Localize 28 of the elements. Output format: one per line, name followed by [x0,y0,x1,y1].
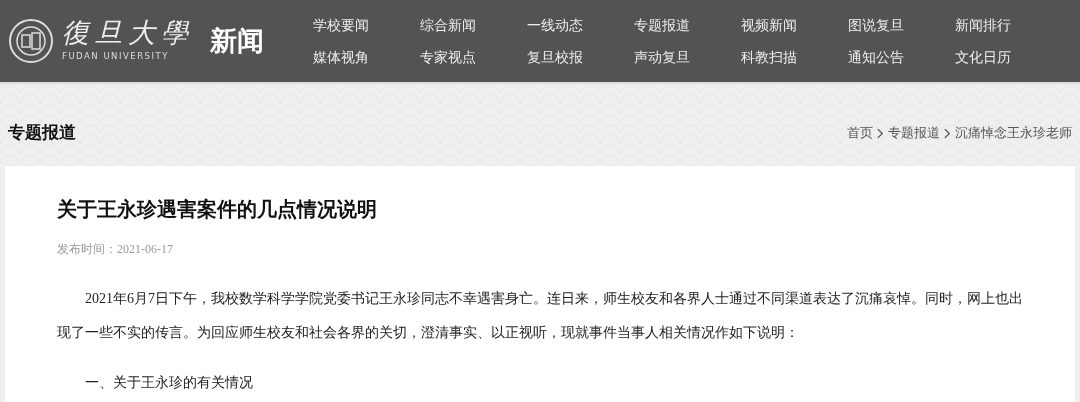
nav-link[interactable]: 复旦校报 [527,46,634,68]
nav-link[interactable]: 学校要闻 [313,14,420,36]
chevron-icon [944,127,951,139]
nav-link[interactable]: 新闻排行 [955,14,1062,36]
site-name: 新闻 [210,24,264,58]
nav-link[interactable]: 一线动态 [527,14,634,36]
section-title: 专题报道 [8,122,76,145]
nav-link[interactable]: 声动复旦 [634,46,741,68]
nav-link[interactable]: 文化日历 [955,46,1062,68]
paragraph: 2021年6月7日下午，我校数学科学学院党委书记王永珍同志不幸遇害身亡。连日来，师生校友和各界人士通过不同渠道表达了沉痛哀悼。同时，网上也出现了一些不实的传言。为回应师生校友和社会各界的关切，澄清事实、以正视听，现就事件当事人相关情况作如下说明： [57,290,1024,342]
nav-link[interactable]: 媒体视角 [313,46,420,68]
nav-link[interactable]: 科教扫描 [741,46,848,68]
nav-link[interactable]: 专题报道 [634,14,741,36]
breadcrumb-link[interactable]: 沉痛悼念王永珍老师 [955,123,1072,143]
article-title: 关于王永珍遇害案件的几点情况说明 [57,197,378,222]
chevron-icon [877,127,884,139]
logo-calligraphy: 復旦大學 [62,19,194,47]
nav-link[interactable]: 通知公告 [848,46,955,68]
publish-date: 发布时间：2021-06-17 [57,241,174,258]
breadcrumb-link[interactable]: 专题报道 [888,123,940,143]
nav-link[interactable]: 专家视点 [420,46,527,68]
nav-link[interactable]: 综合新闻 [420,14,527,36]
emblem-icon [8,18,54,64]
logo-subtitle: FUDAN UNIVERSITY [62,50,170,63]
nav-link[interactable]: 视频新闻 [741,14,848,36]
nav-link[interactable]: 图说复旦 [848,14,955,36]
paragraph: 一、关于王永珍的有关情况 [84,374,254,392]
breadcrumb-link[interactable]: 首页 [847,123,873,143]
